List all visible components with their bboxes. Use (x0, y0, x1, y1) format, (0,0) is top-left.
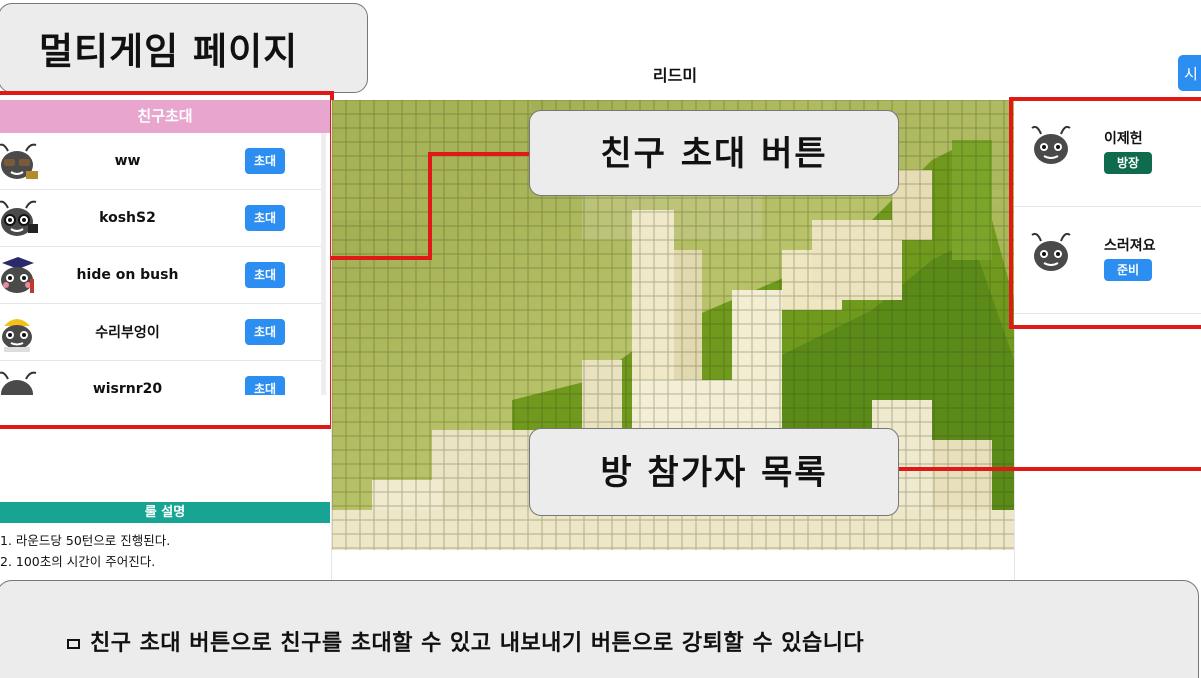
room-name: 리드미 (652, 66, 698, 85)
page-title-callout: 멀티게임 페이지 (0, 3, 368, 93)
friend-panel-highlight (0, 91, 334, 429)
multigame-page: 멀티게임 페이지 리드미 시 친구초대 ww 초대 koshS2 초대 hide… (0, 0, 1201, 678)
connector-line (428, 152, 530, 156)
rules-body: 1. 라운드당 50턴으로 진행된다. 2. 100초의 시간이 주어진다. (0, 530, 330, 572)
participants-callout: 방 참가자 목록 (529, 428, 899, 516)
caption-text: 친구 초대 버튼으로 친구를 초대할 수 있고 내보내기 버튼으로 강퇴할 수 … (90, 631, 865, 656)
page-title: 멀티게임 페이지 (39, 30, 299, 73)
rule-line: 1. 라운드당 50턴으로 진행된다. (0, 533, 171, 548)
caption-box: 친구 초대 버튼으로 친구를 초대할 수 있고 내보내기 버튼으로 강퇴할 수 … (0, 580, 1199, 678)
square-bullet-icon (67, 639, 80, 649)
start-button[interactable]: 시 (1178, 55, 1201, 91)
connector-line (428, 152, 432, 260)
connector-line (898, 467, 1201, 471)
participant-panel-highlight (1009, 97, 1201, 329)
rule-line: 2. 100초의 시간이 주어진다. (0, 554, 156, 569)
friend-invite-callout: 친구 초대 버튼 (529, 110, 899, 196)
rules-header: 룰 설명 (0, 502, 330, 523)
connector-line (330, 256, 432, 260)
caption: 친구 초대 버튼으로 친구를 초대할 수 있고 내보내기 버튼으로 강퇴할 수 … (67, 625, 864, 657)
